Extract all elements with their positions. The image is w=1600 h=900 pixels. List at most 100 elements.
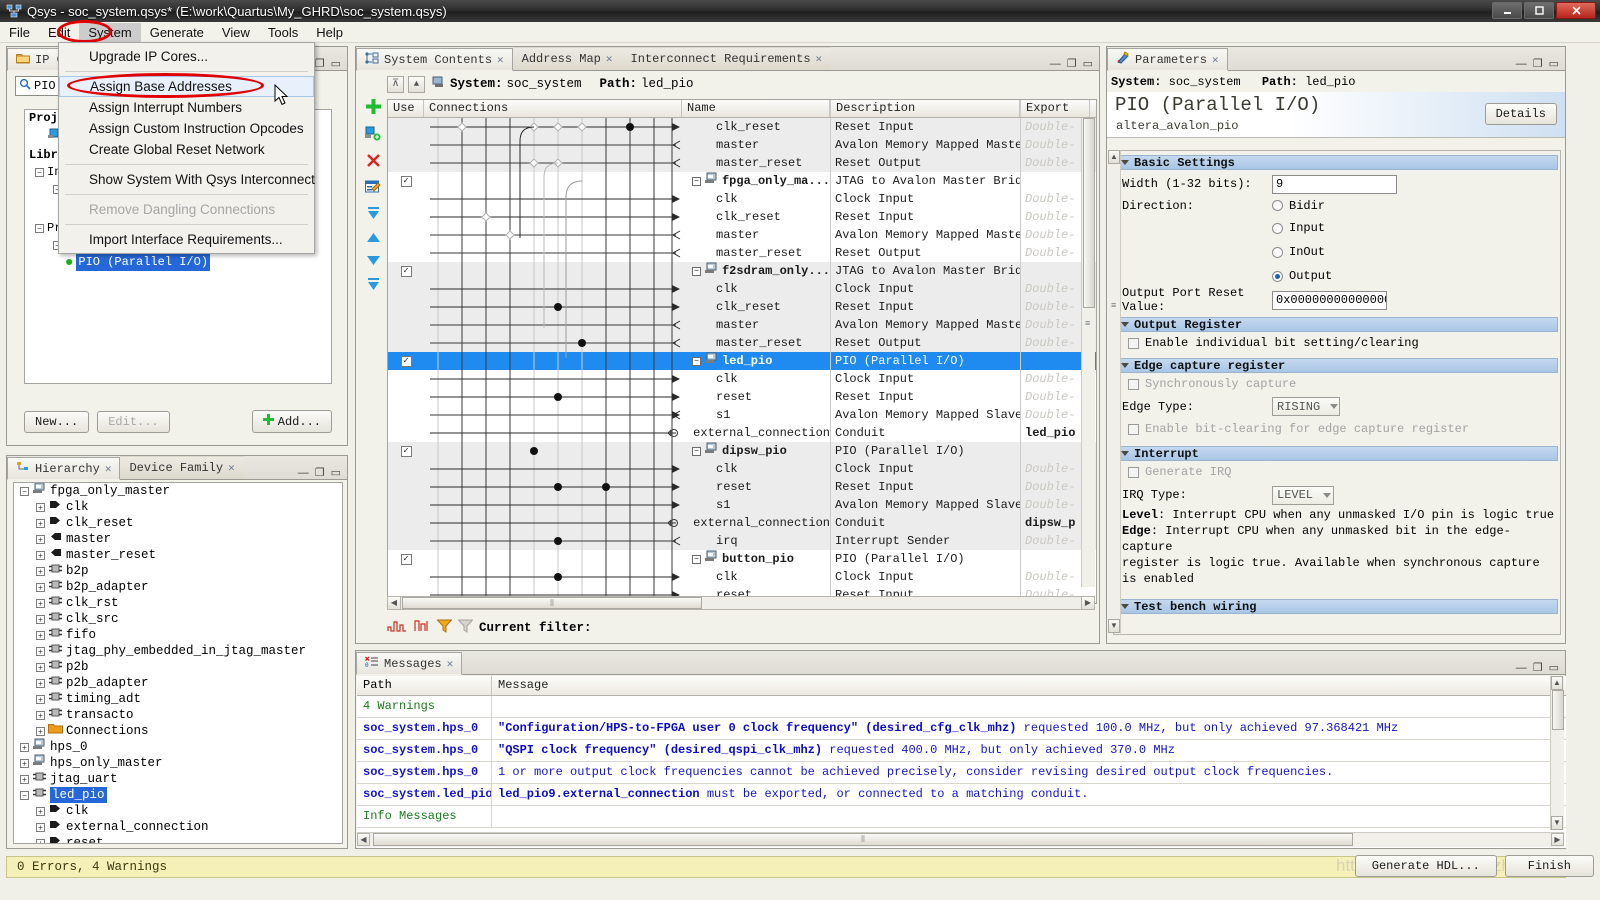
expand-icon[interactable]: + xyxy=(36,806,45,816)
table-row[interactable]: ✓ − fpga_only_ma... JTAG to Avalon Master B… xyxy=(388,172,1096,190)
close-icon[interactable]: ✕ xyxy=(228,461,235,475)
duplicate-component-icon[interactable] xyxy=(365,126,381,144)
cell-connections[interactable] xyxy=(424,424,682,442)
cell-export[interactable]: Double- xyxy=(1020,370,1090,388)
tree-item-pio[interactable]: ● PIO (Parallel I/O) xyxy=(25,254,331,271)
message-group-label[interactable]: 4 Warnings xyxy=(357,696,492,717)
row-export[interactable]: Double- xyxy=(1025,228,1075,242)
row-export[interactable]: Double- xyxy=(1025,570,1075,584)
menu-item-create-global-reset-network[interactable]: Create Global Reset Network xyxy=(59,139,314,160)
cell-use[interactable] xyxy=(388,388,424,406)
menu-view[interactable]: View xyxy=(213,23,259,42)
cell-use[interactable]: ✓ xyxy=(388,172,424,190)
expand-icon[interactable]: + xyxy=(20,774,29,784)
message-row[interactable]: soc_system.led_pio9 led_pio9.external_con… xyxy=(357,784,1566,806)
table-row[interactable]: external_connection Conduit dipsw_p xyxy=(388,514,1096,532)
column-header-description[interactable]: Description xyxy=(830,100,1020,117)
section-interrupt[interactable]: Interrupt xyxy=(1116,446,1558,461)
cell-export[interactable]: Double- xyxy=(1020,316,1090,334)
collapse-icon[interactable]: − xyxy=(35,168,44,177)
cell-connections[interactable] xyxy=(424,496,682,514)
minimize-icon[interactable]: — xyxy=(1516,662,1527,674)
restore-icon[interactable]: ▭ xyxy=(331,57,341,70)
message-group-label[interactable]: Info Messages xyxy=(357,806,492,827)
table-row[interactable]: master Avalon Memory Mapped Master Double- xyxy=(388,226,1096,244)
expand-icon[interactable]: + xyxy=(36,662,45,672)
finish-button[interactable]: Finish xyxy=(1504,855,1594,877)
delete-component-icon[interactable] xyxy=(366,153,381,171)
go-to-top-button[interactable]: ⊼ xyxy=(387,75,404,93)
cell-export[interactable]: Double- xyxy=(1020,280,1090,298)
minimize-icon[interactable]: — xyxy=(298,467,309,479)
tab-hierarchy[interactable]: Hierarchy ✕ xyxy=(7,457,121,480)
hierarchy-row[interactable]: − led_pio xyxy=(14,787,342,803)
minimize-button[interactable] xyxy=(1492,2,1522,19)
expand-icon[interactable]: + xyxy=(20,742,29,752)
tab-parameters[interactable]: Parameters ✕ xyxy=(1107,48,1228,71)
cell-connections[interactable] xyxy=(424,298,682,316)
cell-use[interactable] xyxy=(388,478,424,496)
row-export[interactable]: Double- xyxy=(1025,372,1075,386)
close-icon[interactable]: ✕ xyxy=(447,657,454,671)
maximize-icon[interactable]: ❐ xyxy=(315,466,325,479)
cell-use[interactable] xyxy=(388,136,424,154)
hierarchy-row[interactable]: + fifo xyxy=(14,627,342,643)
messages-body[interactable]: 4 Warnings soc_system.hps_0 "Configuration… xyxy=(357,696,1566,828)
cell-use[interactable]: ✓ xyxy=(388,262,424,280)
cell-connections[interactable] xyxy=(424,532,682,550)
hierarchy-row[interactable]: + hps_only_master xyxy=(14,754,342,771)
hierarchy-row[interactable]: + master_reset xyxy=(14,547,342,563)
row-export[interactable]: Double- xyxy=(1025,408,1075,422)
add-component-icon[interactable] xyxy=(365,99,381,117)
table-row[interactable]: master Avalon Memory Mapped Master Double- xyxy=(388,316,1096,334)
cell-export[interactable]: Double- xyxy=(1020,136,1090,154)
sync-capture-row[interactable]: Synchronously capture xyxy=(1114,373,1560,395)
cell-use[interactable] xyxy=(388,118,424,136)
cell-use[interactable] xyxy=(388,154,424,172)
hierarchy-tree[interactable]: − fpga_only_master + clk + clk_reset + master + m… xyxy=(13,482,343,844)
system-contents-hscrollbar[interactable]: ◀ ⦀ ▶ xyxy=(387,596,1095,610)
hierarchy-row[interactable]: + jtag_uart xyxy=(14,771,342,787)
hierarchy-row[interactable]: + clk xyxy=(14,499,342,515)
maximize-icon[interactable]: ❐ xyxy=(315,57,325,70)
hierarchy-row[interactable]: + hps_0 xyxy=(14,738,342,755)
table-row[interactable]: clk_reset Reset Input Double- xyxy=(388,208,1096,226)
cell-use[interactable]: ✓ xyxy=(388,352,424,370)
hierarchy-row[interactable]: + master xyxy=(14,531,342,547)
expand-icon[interactable]: + xyxy=(36,630,45,640)
cell-export[interactable] xyxy=(1020,352,1090,370)
row-export[interactable]: Double- xyxy=(1025,390,1075,404)
cell-export[interactable]: Double- xyxy=(1020,244,1090,262)
hierarchy-row[interactable]: + clk_rst xyxy=(14,595,342,611)
restore-icon[interactable]: ▭ xyxy=(1549,661,1559,674)
expand-icon[interactable]: + xyxy=(36,822,45,832)
table-row[interactable]: ✓ − dipsw_pio PIO (Parallel I/O) xyxy=(388,442,1096,460)
cell-use[interactable] xyxy=(388,370,424,388)
table-row[interactable]: clk Clock Input Double- xyxy=(388,568,1096,586)
collapse-icon[interactable]: − xyxy=(692,554,701,564)
hierarchy-row[interactable]: + jtag_phy_embedded_in_jtag_master xyxy=(14,643,342,659)
row-export[interactable]: Double- xyxy=(1025,210,1075,224)
clear-filter-icon[interactable] xyxy=(457,619,474,637)
cell-export[interactable]: Double- xyxy=(1020,118,1090,136)
message-row[interactable]: soc_system.hps_0 "Configuration/HPS-to-FP… xyxy=(357,718,1566,740)
table-row[interactable]: master Avalon Memory Mapped Master Double- xyxy=(388,136,1096,154)
cell-use[interactable] xyxy=(388,532,424,550)
column-header-path[interactable]: Path xyxy=(357,676,492,695)
collapse-icon[interactable]: − xyxy=(20,486,29,496)
parameters-body[interactable]: Basic Settings Width (1-32 bits): 9 Dire… xyxy=(1113,150,1561,635)
message-path[interactable]: soc_system.hps_0 xyxy=(357,762,492,783)
row-export[interactable]: Double- xyxy=(1025,156,1075,170)
menu-system[interactable]: System xyxy=(79,22,141,42)
hierarchy-row[interactable]: + p2b_adapter xyxy=(14,675,342,691)
system-contents-table[interactable]: Use Connections Name Description Export … xyxy=(387,99,1097,604)
cell-use[interactable] xyxy=(388,514,424,532)
table-row[interactable]: ✓ − button_pio PIO (Parallel I/O) xyxy=(388,550,1096,568)
maximize-icon[interactable]: ❐ xyxy=(1533,661,1543,674)
hierarchy-row[interactable]: + timing_adt xyxy=(14,691,342,707)
message-row[interactable]: soc_system.hps_0 "QSPI clock frequency" (… xyxy=(357,740,1566,762)
radio-output[interactable] xyxy=(1272,270,1283,282)
chevron-down-icon[interactable] xyxy=(1121,451,1129,456)
cell-use[interactable] xyxy=(388,496,424,514)
table-row[interactable]: irq Interrupt Sender Double- xyxy=(388,532,1096,550)
